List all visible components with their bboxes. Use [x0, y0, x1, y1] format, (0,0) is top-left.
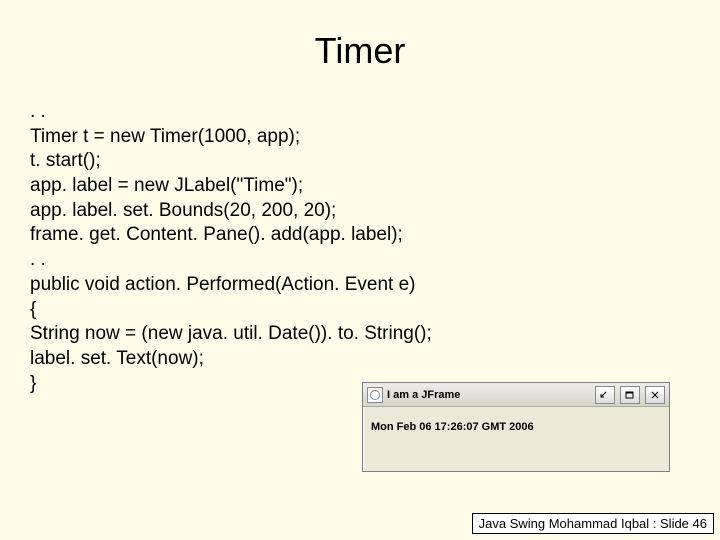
- jframe-body-label: Mon Feb 06 17:26:07 GMT 2006: [363, 407, 669, 447]
- code-line: public void action. Performed(Action. Ev…: [30, 273, 432, 298]
- maximize-button[interactable]: [620, 386, 640, 404]
- java-icon: [367, 387, 383, 403]
- code-line: String now = (new java. util. Date()). t…: [30, 322, 432, 347]
- code-line: app. label. set. Bounds(20, 200, 20);: [30, 199, 432, 224]
- slide-footer: Java Swing Mohammad Iqbal : Slide 46: [472, 513, 714, 534]
- minimize-icon: [600, 390, 610, 400]
- code-line: t. start();: [30, 149, 432, 174]
- minimize-button[interactable]: [595, 386, 615, 404]
- jframe-window: I am a JFrame Mon Feb 06 17:26:07 GMT 20…: [362, 382, 670, 472]
- code-block: . . Timer t = new Timer(1000, app); t. s…: [30, 100, 432, 396]
- slide-title: Timer: [0, 0, 720, 72]
- maximize-icon: [625, 390, 635, 400]
- code-line: {: [30, 298, 432, 323]
- jframe-title: I am a JFrame: [387, 389, 590, 401]
- close-icon: [650, 390, 660, 400]
- code-line: label. set. Text(now);: [30, 347, 432, 372]
- code-line: Timer t = new Timer(1000, app);: [30, 125, 432, 150]
- code-line: frame. get. Content. Pane(). add(app. la…: [30, 223, 432, 248]
- code-line: app. label = new JLabel("Time");: [30, 174, 432, 199]
- code-line: . .: [30, 100, 432, 125]
- close-button[interactable]: [645, 386, 665, 404]
- jframe-titlebar: I am a JFrame: [363, 383, 669, 407]
- code-line: . .: [30, 248, 432, 273]
